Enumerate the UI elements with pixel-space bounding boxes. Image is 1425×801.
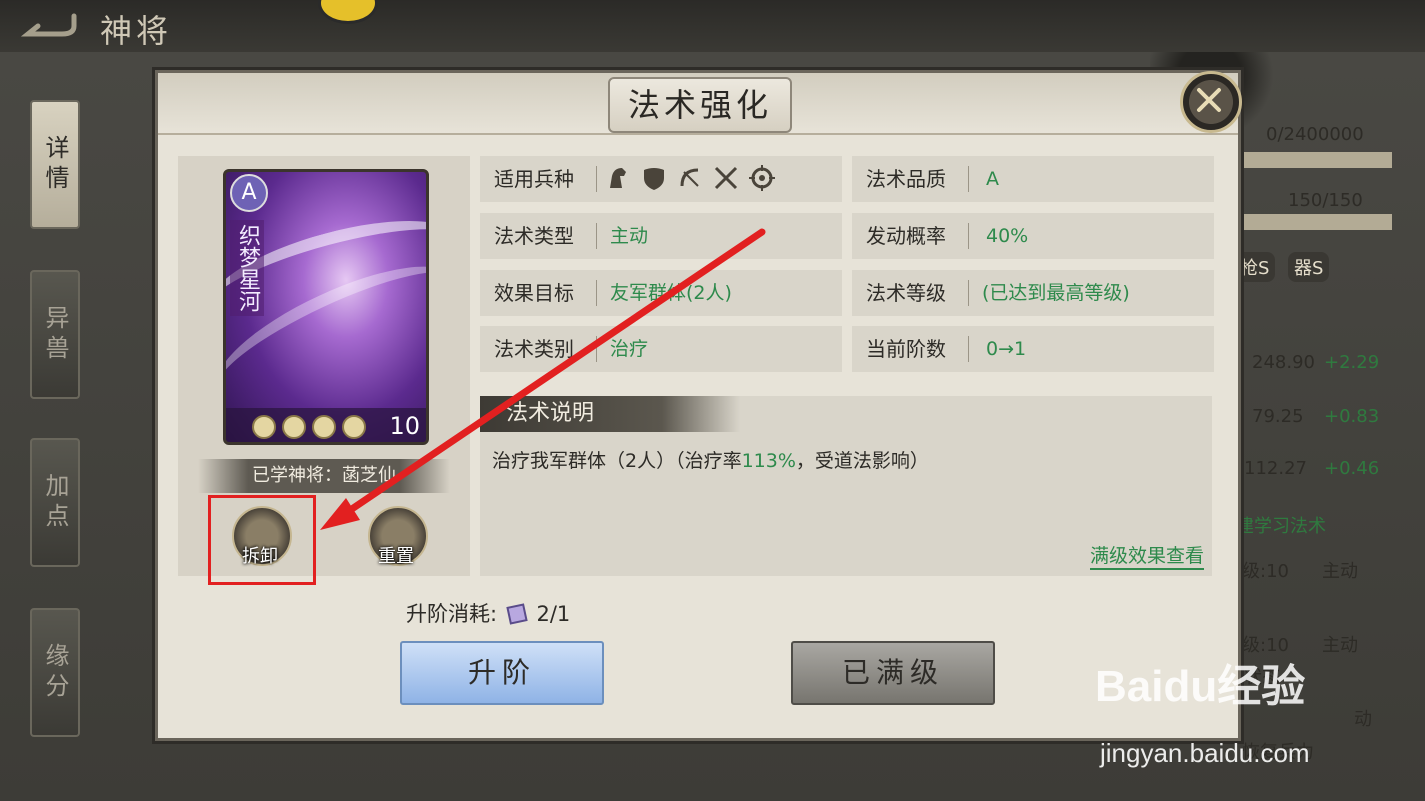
info-label: 法术品质 — [866, 167, 946, 191]
heal-rate: 113% — [741, 450, 796, 472]
info-label: 适用兵种 — [494, 167, 574, 191]
info-label: 发动概率 — [866, 224, 946, 248]
spell-type-1: 主动 — [1322, 561, 1358, 582]
watermark-brand: Baidu经验 — [1095, 662, 1306, 711]
divider — [596, 223, 597, 249]
star-gem-icon — [312, 415, 336, 439]
reset-label: 重置 — [378, 546, 414, 567]
upgrade-cost: 升阶消耗: 2/1 — [406, 598, 570, 628]
max-level-effect-link[interactable]: 满级效果查看 — [1089, 541, 1204, 570]
troop-bar — [1242, 214, 1392, 230]
stat-delta-3: +0.46 — [1324, 458, 1380, 479]
spell-enhance-dialog: 法术强化 A 织梦星河 10 已学神将：菡芝仙 拆卸 重置 适用兵种 法术品质 … — [155, 70, 1242, 741]
stat-value-3: 112.27 — [1244, 458, 1307, 479]
currency-icon — [318, 0, 378, 24]
description-tab: 法术说明 — [480, 396, 740, 432]
info-row-category: 法术类别 治疗 — [480, 326, 842, 372]
divider — [596, 280, 597, 306]
troop-value: 150/150 — [1288, 190, 1363, 211]
divider — [968, 166, 969, 192]
divider — [968, 280, 969, 306]
exp-bar — [1242, 152, 1392, 168]
bow-icon — [680, 168, 699, 187]
info-row-quality: 法术品质 A — [852, 156, 1214, 202]
top-bar: 神将 — [0, 0, 1425, 52]
target-icon — [749, 165, 775, 191]
description-text: 治疗我军群体（2人）（治疗率113%，受道法影响） — [492, 446, 929, 473]
info-row-spell-level: 法术等级 (已达到最高等级) — [852, 270, 1214, 316]
info-row-current-stage: 当前阶数 0→1 — [852, 326, 1214, 372]
stat-value-2: 79.25 — [1252, 406, 1304, 427]
info-value: 主动 — [610, 225, 649, 247]
info-label: 法术等级 — [866, 281, 946, 305]
back-arrow-icon[interactable] — [18, 10, 80, 40]
tab-bond[interactable]: 缘分 — [30, 608, 80, 737]
divider — [968, 223, 969, 249]
card-level: 10 — [389, 412, 420, 440]
close-button[interactable] — [1180, 71, 1242, 133]
info-value: 40% — [986, 225, 1029, 247]
star-gem-icon — [282, 415, 306, 439]
badge-weapon: 器S — [1288, 252, 1330, 282]
star-gem-icon — [252, 415, 276, 439]
info-row-troop-type: 适用兵种 — [480, 156, 842, 202]
learn-spell-link[interactable]: 建学习法术 — [1236, 512, 1326, 538]
info-label: 当前阶数 — [866, 337, 946, 361]
upgrade-button[interactable]: 升阶 — [400, 641, 604, 705]
cost-value: 2/1 — [536, 602, 571, 626]
page-title: 神将 — [100, 12, 173, 50]
stat-delta-1: +2.29 — [1324, 352, 1380, 373]
dialog-title: 法术强化 — [608, 77, 792, 133]
spell-level-1: 级:10 — [1242, 561, 1289, 582]
info-label: 法术类别 — [494, 337, 574, 361]
info-label: 法术类型 — [494, 224, 574, 248]
divider — [596, 166, 597, 192]
info-value: 治疗 — [610, 338, 649, 360]
close-icon — [1197, 88, 1221, 112]
stat-value-1: 248.90 — [1252, 352, 1315, 373]
info-row-trigger-rate: 发动概率 40% — [852, 213, 1214, 259]
cost-label: 升阶消耗: — [406, 602, 498, 626]
spell-description-panel: 法术说明 治疗我军群体（2人）（治疗率113%，受道法影响） 满级效果查看 — [480, 396, 1212, 576]
info-value: (已达到最高等级) — [982, 282, 1130, 304]
star-gem-icon — [342, 415, 366, 439]
troop-icon-list — [604, 164, 776, 194]
card-footer: 10 — [226, 408, 426, 442]
watermark-url: jingyan.baidu.com — [1100, 738, 1310, 768]
spell-type-2: 主动 — [1322, 635, 1358, 656]
tab-details[interactable]: 详情 — [30, 100, 80, 229]
spell-type-3: 动 — [1354, 709, 1372, 730]
learned-general: 已学神将：菡芝仙 — [198, 459, 450, 493]
info-row-target: 效果目标 友军群体(2人) — [480, 270, 842, 316]
info-row-spell-type: 法术类型 主动 — [480, 213, 842, 259]
divider — [596, 336, 597, 362]
cavalry-icon — [610, 168, 626, 188]
info-value: 0→1 — [986, 338, 1027, 360]
card-name: 织梦星河 — [230, 220, 264, 316]
exp-value: 0/2400000 — [1266, 124, 1364, 145]
info-value: A — [986, 168, 999, 190]
info-label: 效果目标 — [494, 281, 574, 305]
shield-icon — [644, 168, 664, 190]
spell-card: A 织梦星河 10 — [223, 169, 429, 445]
crossed-swords-icon — [714, 166, 738, 190]
card-grade-badge: A — [230, 174, 268, 212]
description-part: ，受道法影响） — [795, 450, 929, 472]
description-part: 治疗我军群体（2人）（治疗率 — [492, 450, 742, 472]
dialog-header: 法术强化 — [158, 71, 1242, 135]
highlight-box — [208, 495, 316, 585]
scroll-icon — [506, 603, 528, 625]
maxed-button[interactable]: 已满级 — [791, 641, 995, 705]
tab-beast[interactable]: 异兽 — [30, 270, 80, 399]
tab-points[interactable]: 加点 — [30, 438, 80, 567]
stat-delta-2: +0.83 — [1324, 406, 1380, 427]
divider — [968, 336, 969, 362]
info-value: 友军群体(2人) — [610, 282, 732, 304]
